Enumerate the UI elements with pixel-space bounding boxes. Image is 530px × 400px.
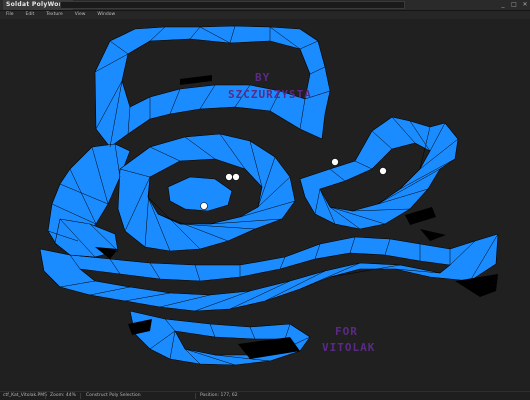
menu-bar: File Edit Texture View Window [0, 11, 530, 19]
close-icon[interactable]: ✕ [522, 2, 528, 8]
status-file: ctf_Kat_Vitolak.PMS [3, 393, 47, 398]
maximize-icon[interactable]: □ [511, 2, 517, 8]
map-text-for: FOR [335, 325, 358, 338]
status-zoom: Zoom: 44% [50, 393, 76, 398]
status-mode: Construct Poly Selection [86, 393, 141, 398]
spawn-marker-icon[interactable] [331, 158, 339, 166]
status-bar: ctf_Kat_Vitolak.PMS Zoom: 44% Construct … [0, 391, 530, 400]
menu-edit[interactable]: Edit [20, 11, 41, 19]
map-canvas[interactable]: BY SZCZURZYSTA FOR VITOLAK [0, 19, 530, 391]
window-controls: _ □ ✕ [500, 0, 528, 10]
spawn-marker-icon[interactable] [225, 173, 233, 181]
spawn-marker-icon[interactable] [232, 173, 240, 181]
spawn-marker-icon[interactable] [200, 202, 208, 210]
map-text-by: BY [255, 71, 271, 84]
menu-view[interactable]: View [69, 11, 92, 19]
menu-texture[interactable]: Texture [40, 11, 68, 19]
status-position: Position: 177, 62 [200, 393, 238, 398]
title-bar: Soldat PolyWorks _ □ ✕ [0, 0, 530, 11]
map-text-dedication: VITOLAK [322, 341, 376, 354]
spawn-marker-icon[interactable] [379, 167, 387, 175]
map-text-author: SZCZURZYSTA [228, 88, 312, 101]
title-bar-field [60, 1, 405, 9]
minimize-icon[interactable]: _ [500, 2, 506, 8]
menu-window[interactable]: Window [91, 11, 121, 19]
menu-file[interactable]: File [0, 11, 20, 19]
